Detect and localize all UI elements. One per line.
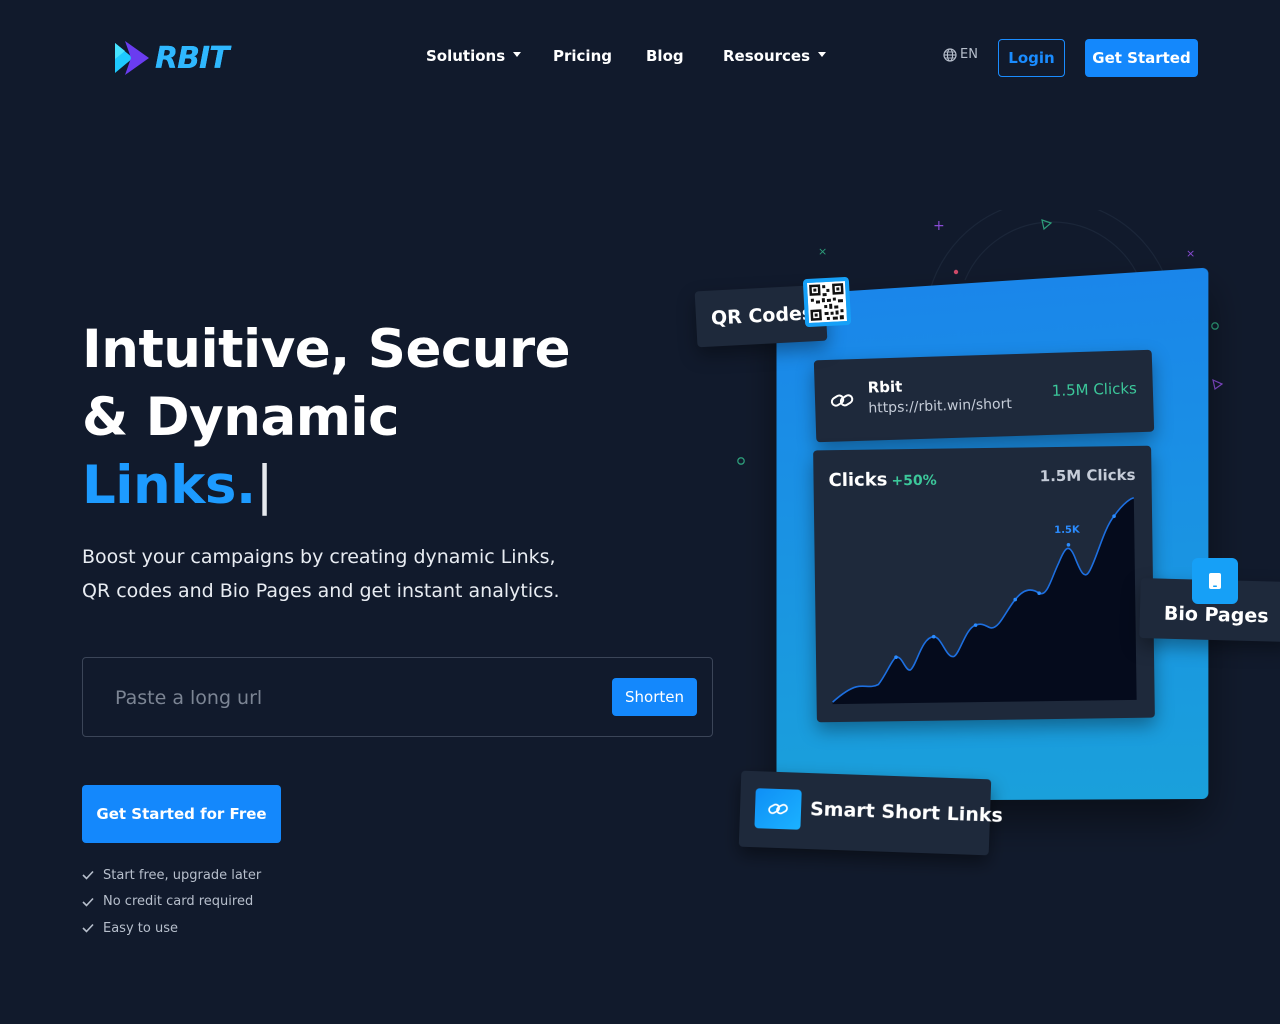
nav-solutions[interactable]: Solutions <box>426 44 522 68</box>
link-icon <box>830 394 854 407</box>
short-link-card: Rbit https://rbit.win/short 1.5M Clicks <box>813 349 1155 443</box>
chevron-down-icon <box>513 52 522 57</box>
benefit-item: Easy to use <box>82 915 261 942</box>
smart-short-links-tag: Smart Short Links <box>738 770 1003 856</box>
hero-illustration: + × × Rbit https://rbit.win/short 1.5M C… <box>690 210 1280 870</box>
nav-blog[interactable]: Blog <box>646 44 684 68</box>
globe-icon <box>943 47 957 62</box>
svg-text:×: × <box>818 245 827 258</box>
link-badge-icon <box>754 788 802 830</box>
chart-total-clicks: 1.5M Clicks <box>1039 465 1136 486</box>
language-selector[interactable]: EN <box>943 47 978 62</box>
link-card-url: https://rbit.win/short <box>868 396 1013 417</box>
growth-badge: +50% <box>891 472 937 490</box>
chart-title: Clicks +50% <box>828 469 937 492</box>
chevron-down-icon <box>818 52 827 57</box>
login-button[interactable]: Login <box>998 39 1065 77</box>
brand-name: RBIT <box>155 40 230 76</box>
check-icon <box>82 924 94 933</box>
nav-resources[interactable]: Resources <box>723 44 827 68</box>
hero-headline: Intuitive, Secure & Dynamic Links.| <box>82 316 571 520</box>
svg-text:×: × <box>1186 247 1195 260</box>
headline-accent: Links. <box>82 455 256 516</box>
benefit-item: Start free, upgrade later <box>82 862 261 889</box>
qr-codes-label: QR Codes <box>710 302 814 330</box>
nav-blog-label: Blog <box>646 47 684 65</box>
benefit-text: Start free, upgrade later <box>103 867 262 883</box>
get-started-button[interactable]: Get Started <box>1085 39 1198 77</box>
long-url-input[interactable] <box>115 684 595 712</box>
logo-icon <box>115 41 149 75</box>
chart-peak-label: 1.5K <box>1054 525 1081 536</box>
smart-short-links-label: Smart Short Links <box>809 798 1004 827</box>
check-icon <box>82 871 94 880</box>
headline-line-1: Intuitive, Secure <box>82 319 571 380</box>
nav-pricing[interactable]: Pricing <box>553 44 612 68</box>
qr-code-icon <box>802 276 852 328</box>
check-icon <box>82 897 94 907</box>
shorten-button[interactable]: Shorten <box>612 678 697 716</box>
link-icon <box>768 803 788 815</box>
benefit-text: No credit card required <box>103 894 254 910</box>
mobile-icon <box>1192 558 1238 604</box>
svg-text:+: + <box>933 218 945 234</box>
language-label: EN <box>960 47 978 62</box>
headline-line-3: Links.| <box>82 452 570 520</box>
hero-subtext: Boost your campaigns by creating dynamic… <box>82 546 560 602</box>
chart-title-text: Clicks <box>828 469 888 492</box>
clicks-chart-card: Clicks +50% 1.5M Clicks 1.5K <box>813 445 1155 723</box>
bio-pages-label: Bio Pages <box>1163 602 1269 628</box>
top-navbar: RBIT Solutions Pricing Blog Resources EN… <box>0 0 1280 114</box>
headline-line-2: & Dynamic <box>82 387 400 448</box>
benefit-text: Easy to use <box>103 920 178 936</box>
benefit-item: No credit card required <box>82 889 261 916</box>
nav-pricing-label: Pricing <box>553 47 612 65</box>
benefits-list: Start free, upgrade later No credit card… <box>82 862 261 942</box>
link-card-title: Rbit <box>867 377 903 397</box>
chart-area <box>832 497 1137 705</box>
brand-logo[interactable]: RBIT <box>113 38 245 78</box>
nav-solutions-label: Solutions <box>426 47 506 65</box>
nav-resources-label: Resources <box>723 47 811 65</box>
phone-glyph <box>1209 573 1221 589</box>
chart-peak-point <box>1066 543 1071 547</box>
link-card-clicks: 1.5M Clicks <box>1051 379 1138 400</box>
qr-pattern <box>806 281 848 323</box>
shorten-form: Shorten <box>82 657 713 737</box>
clicks-area-chart: 1.5K <box>832 497 1137 705</box>
get-started-free-button[interactable]: Get Started for Free <box>82 785 281 843</box>
typing-cursor: | <box>255 455 274 516</box>
